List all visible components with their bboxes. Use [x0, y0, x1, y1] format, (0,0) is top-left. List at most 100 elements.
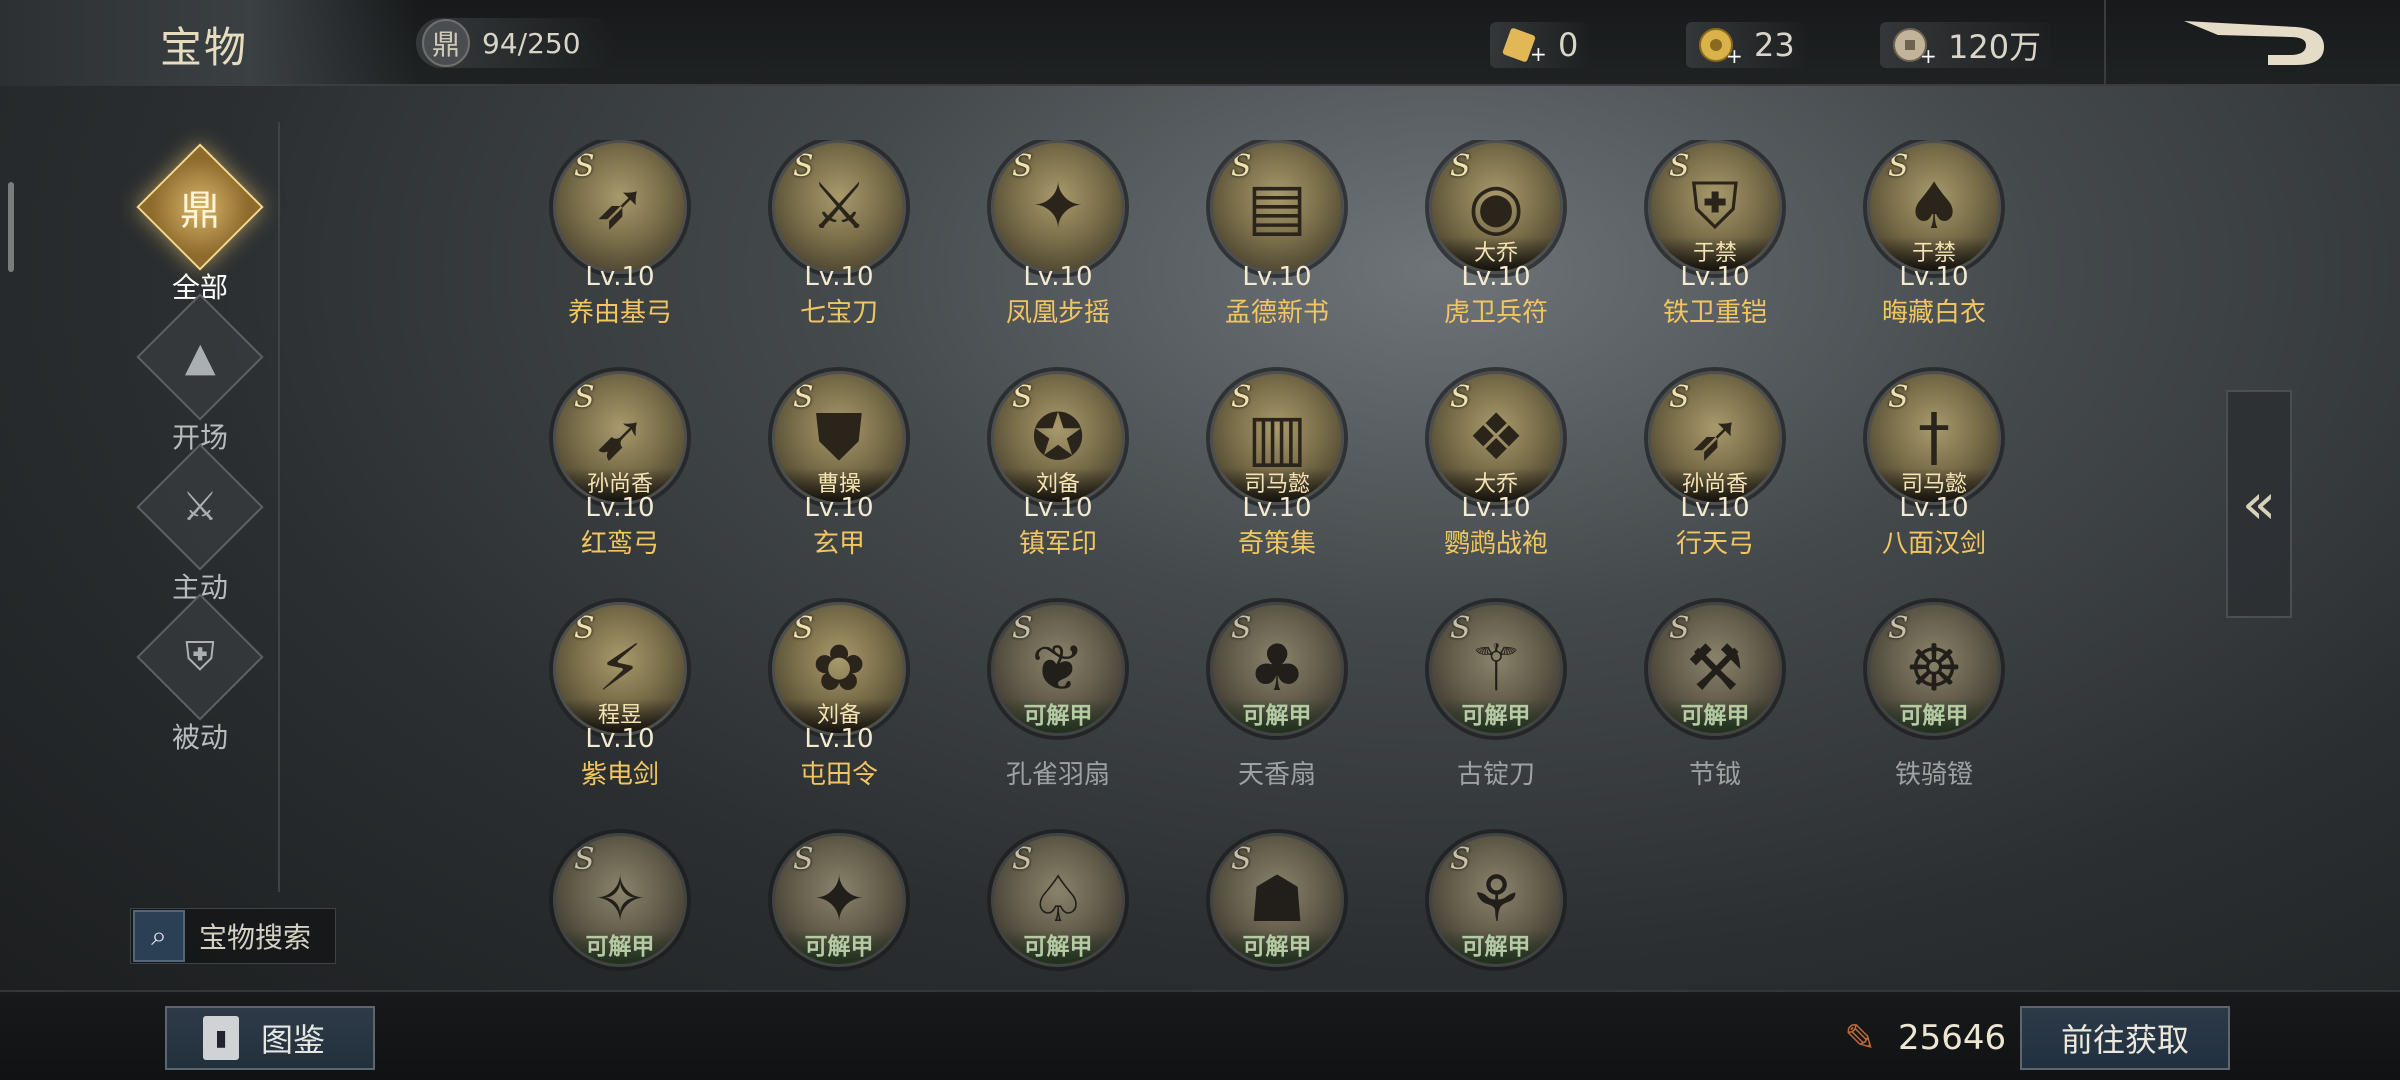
sidebar-item-active[interactable]: ⚔ 主动 [130, 443, 270, 604]
resource-gold-coin[interactable]: + 23 [1686, 22, 1805, 68]
treasure-level: Lv.10 [1461, 262, 1531, 292]
treasure-orb: ♣ S 可解甲 [1210, 602, 1344, 736]
sidebar-scrollbar[interactable] [8, 182, 14, 272]
treasure-card[interactable]: ⛊ S 曹操 Lv.10 玄甲 [739, 371, 939, 581]
category-sidebar: 鼎 全部 ▲ 开场 ⚔ 主动 ⛨ 被动 [0, 122, 280, 892]
rarity-s-mark: S [574, 842, 595, 877]
treasure-level: Lv.10 [585, 724, 655, 754]
treasure-cauldron-icon: 鼎 [422, 19, 470, 67]
treasure-card[interactable]: ☸ S 可解甲 铁骑镫 [1834, 602, 2020, 812]
treasure-card[interactable]: ♤ S 可解甲 [958, 833, 1158, 990]
treasure-orb: ⛨ S 于禁 [1648, 140, 1782, 274]
treasure-name: 铁卫重铠 [1662, 298, 1767, 328]
resource-copper-coin[interactable]: + 120万 [1880, 22, 2052, 68]
treasure-orb: ❖ S 大乔 [1429, 371, 1563, 505]
resource-gold-ticket[interactable]: + 0 [1490, 22, 1589, 68]
treasure-card[interactable]: ▥ S 司马懿 Lv.10 奇策集 [1177, 371, 1377, 581]
rarity-s-mark: S [1669, 149, 1690, 184]
treasure-name: 古锭刀 [1456, 760, 1535, 790]
treasure-card[interactable]: ➶ S 孙尚香 Lv.10 行天弓 [1615, 371, 1815, 581]
treasure-orb: ♤ S 可解甲 [991, 833, 1125, 967]
treasure-name: 天香扇 [1237, 760, 1316, 790]
treasure-card[interactable]: ⚡ S 程昱 Lv.10 紫电剑 [520, 602, 720, 812]
treasure-card[interactable]: ✦ S 可解甲 [739, 833, 939, 990]
sidebar-item-all[interactable]: 鼎 全部 [130, 143, 270, 304]
rarity-s-mark: S [793, 149, 814, 184]
treasure-card[interactable]: ❖ S 大乔 Lv.10 鹦鹉战袍 [1396, 371, 1596, 581]
treasure-card[interactable]: ➹ S 孙尚香 Lv.10 红鸾弓 [520, 371, 720, 581]
rarity-s-mark: S [1669, 380, 1690, 415]
rarity-s-mark: S [793, 611, 814, 646]
treasure-card[interactable]: ⚘ S 可解甲 [1396, 833, 1596, 990]
sidebar-item-passive[interactable]: ⛨ 被动 [130, 593, 270, 754]
treasure-card[interactable]: ⚚ S 可解甲古锭刀 [1396, 602, 1596, 812]
treasure-name: 七宝刀 [799, 298, 878, 328]
return-arrow-icon [2184, 21, 2324, 65]
collapse-panel-button[interactable]: « [2226, 390, 2292, 618]
treasure-card[interactable]: ✧ S 可解甲 [520, 833, 720, 990]
treasure-name: 虎卫兵符 [1443, 298, 1548, 328]
svg-text:+: + [1726, 44, 1742, 65]
treasure-level: Lv.10 [1680, 493, 1750, 523]
treasure-orb: ✦ S 可解甲 [772, 833, 906, 967]
treasure-name: 铁骑镫 [1894, 760, 1973, 790]
treasure-search-button[interactable]: ⌕ 宝物搜索 [130, 908, 336, 964]
gold-ticket-value: 0 [1558, 26, 1579, 64]
codex-button[interactable]: ▮ 图鉴 [165, 1006, 375, 1070]
treasure-level: Lv.10 [1899, 493, 1969, 523]
treasure-orb: ➹ S 孙尚香 [553, 371, 687, 505]
treasure-orb: ❦ S 可解甲 [991, 602, 1125, 736]
treasure-card[interactable]: ✿ S 刘备 Lv.10 屯田令 [739, 602, 939, 812]
treasure-name: 行天弓 [1675, 529, 1754, 559]
treasure-card[interactable]: ▤ S Lv.10 孟德新书 [1177, 140, 1377, 350]
treasure-card[interactable]: ⚒ S 可解甲 节钺 [1615, 602, 1815, 812]
rarity-s-mark: S [1888, 611, 1909, 646]
rarity-s-mark: S [1012, 611, 1033, 646]
rarity-s-mark: S [574, 611, 595, 646]
treasure-card[interactable]: ◉ S 大乔 Lv.10 虎卫兵符 [1396, 140, 1596, 350]
treasure-orb: ⚚ S 可解甲 [1429, 602, 1563, 736]
treasure-orb: ☗ S 可解甲 [1210, 833, 1344, 967]
sidebar-item-opening[interactable]: ▲ 开场 [130, 293, 270, 454]
treasure-orb: ✪ S 刘备 [991, 371, 1125, 505]
collection-count: 鼎 94/250 [416, 18, 616, 68]
treasure-card[interactable]: ❦ S 可解甲孔雀羽扇 [958, 602, 1158, 812]
back-button[interactable] [2104, 0, 2400, 86]
unlockable-tag: 可解甲 [775, 930, 903, 964]
rarity-s-mark: S [1012, 380, 1033, 415]
treasure-level: Lv.10 [1242, 493, 1312, 523]
treasure-card[interactable]: ♣ S 可解甲天香扇 [1177, 602, 1377, 812]
treasure-name: 紫电剑 [580, 760, 659, 790]
treasure-card[interactable]: ➶ S Lv.10 养由基弓 [520, 140, 720, 350]
rarity-s-mark: S [1450, 149, 1471, 184]
treasure-name: 养由基弓 [567, 298, 672, 328]
treasure-card[interactable]: ⛨ S 于禁 Lv.10 铁卫重铠 [1615, 140, 1815, 350]
treasure-name: 孔雀羽扇 [1005, 760, 1110, 790]
treasure-card[interactable]: ☗ S 可解甲 [1177, 833, 1377, 990]
top-bar: 宝物 鼎 94/250 + 0 + 23 + 120万 [0, 0, 2400, 86]
opening-icon: ▲ [136, 293, 264, 421]
treasure-level: Lv.10 [1899, 262, 1969, 292]
treasure-name: 屯田令 [799, 760, 878, 790]
rarity-s-mark: S [1450, 842, 1471, 877]
treasure-orb: ➶ S 孙尚香 [1648, 371, 1782, 505]
quill-token-icon: ✎ [1844, 1016, 1876, 1060]
treasure-card[interactable]: † S 司马懿 Lv.10 八面汉剑 [1834, 371, 2020, 581]
go-obtain-button[interactable]: 前往获取 [2020, 1006, 2230, 1070]
treasure-orb: ◉ S 大乔 [1429, 140, 1563, 274]
collection-count-text: 94/250 [482, 26, 581, 60]
treasure-card[interactable]: ✦ S Lv.10 凤凰步摇 [958, 140, 1158, 350]
unlockable-tag: 可解甲 [1870, 699, 1998, 733]
treasure-name: 红鸾弓 [580, 529, 659, 559]
treasure-card[interactable]: ✪ S 刘备 Lv.10 镇军印 [958, 371, 1158, 581]
treasure-card[interactable]: ⚔ S Lv.10 七宝刀 [739, 140, 939, 350]
sidebar-item-label: 被动 [171, 721, 228, 754]
treasure-card[interactable]: ♠ S 于禁 Lv.10 晦藏白衣 [1834, 140, 2020, 350]
treasure-level: Lv.10 [1680, 262, 1750, 292]
rarity-s-mark: S [1450, 611, 1471, 646]
page-title: 宝物 [160, 23, 249, 72]
treasure-orb: ⚘ S 可解甲 [1429, 833, 1563, 967]
copper-coin-icon: + [1890, 25, 1936, 65]
rarity-s-mark: S [1669, 611, 1690, 646]
book-icon: ▮ [203, 1016, 239, 1060]
